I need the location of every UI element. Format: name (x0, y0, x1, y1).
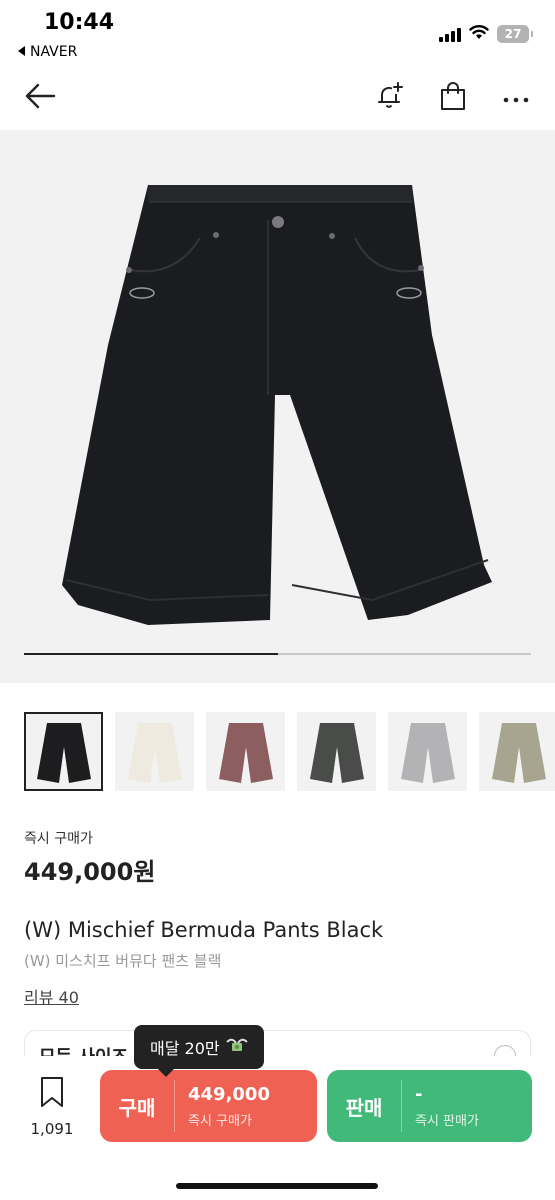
thumbnail-strip (24, 712, 555, 791)
thumbnail-shorts-image (36, 722, 91, 783)
battery-level: 27 (504, 27, 522, 41)
installment-tooltip: 매달 20만 (134, 1025, 264, 1077)
status-time: 10:44 (44, 10, 115, 35)
back-button[interactable] (20, 78, 60, 118)
image-carousel-progress (24, 653, 531, 655)
notify-button[interactable] (370, 78, 410, 118)
thumbnail-6[interactable] (479, 712, 555, 791)
money-wings-icon (225, 1036, 248, 1058)
sell-button-label: 판매 (345, 1095, 383, 1120)
thumbnail-shorts-image (127, 722, 182, 783)
image-carousel-progress-fill (24, 653, 278, 655)
thumbnail-shorts-image (218, 722, 273, 783)
review-link[interactable]: 리뷰 40 (24, 984, 79, 1008)
sell-button-price: - (415, 1084, 423, 1105)
thumbnail-shorts-image (491, 722, 546, 783)
sell-button-divider (401, 1080, 402, 1132)
price: 449,000원 (24, 858, 156, 886)
shopping-bag-icon (438, 80, 468, 116)
bookmark-icon (38, 1076, 66, 1112)
product-title: (W) Mischief Bermuda Pants Black (24, 918, 384, 942)
thumbnail-shorts-image (309, 722, 364, 783)
sell-button-sub: 즉시 판매가 (415, 1114, 479, 1129)
status-back-app-link[interactable]: NAVER (18, 44, 77, 60)
buy-button-price: 449,000 (188, 1084, 270, 1105)
thumbnail-4[interactable] (297, 712, 376, 791)
product-image[interactable] (0, 130, 555, 683)
tooltip-text: 매달 20만 (150, 1039, 220, 1058)
back-app-label: NAVER (30, 44, 78, 60)
more-button[interactable] (496, 78, 536, 118)
buy-button[interactable]: 구매 449,000 즉시 구매가 (100, 1070, 317, 1142)
thumbnail-5[interactable] (388, 712, 467, 791)
product-subtitle: (W) 미스치프 버뮤다 팬츠 블랙 (24, 952, 222, 970)
bookmark-button[interactable]: 1,091 (22, 1076, 82, 1138)
status-icons: 27 (439, 24, 533, 44)
thumbnail-shorts-image (400, 722, 455, 783)
back-caret-icon (18, 44, 26, 60)
bell-plus-icon (374, 80, 406, 116)
thumbnail-2[interactable] (115, 712, 194, 791)
buy-button-divider (174, 1080, 175, 1132)
bermuda-shorts-image (62, 185, 492, 625)
buy-button-sub: 즉시 구매가 (188, 1114, 252, 1129)
cellular-signal-icon (439, 26, 461, 42)
wifi-icon (469, 24, 489, 44)
battery-icon: 27 (497, 25, 533, 43)
app-header (0, 70, 555, 126)
thumbnail-3[interactable] (206, 712, 285, 791)
buy-button-label: 구매 (118, 1095, 156, 1120)
status-bar: 10:44 NAVER 27 (0, 0, 555, 66)
home-indicator[interactable] (176, 1183, 378, 1189)
bottom-action-bar: 1,091 구매 449,000 즉시 구매가 판매 - 즉시 판매가 (0, 1056, 555, 1200)
bookmark-count: 1,091 (30, 1120, 74, 1138)
more-dots-icon (503, 89, 529, 108)
sell-button[interactable]: 판매 - 즉시 판매가 (327, 1070, 532, 1142)
arrow-left-icon (24, 82, 56, 114)
price-label: 즉시 구매가 (24, 831, 93, 847)
thumbnail-1[interactable] (24, 712, 103, 791)
shopping-bag-button[interactable] (433, 78, 473, 118)
